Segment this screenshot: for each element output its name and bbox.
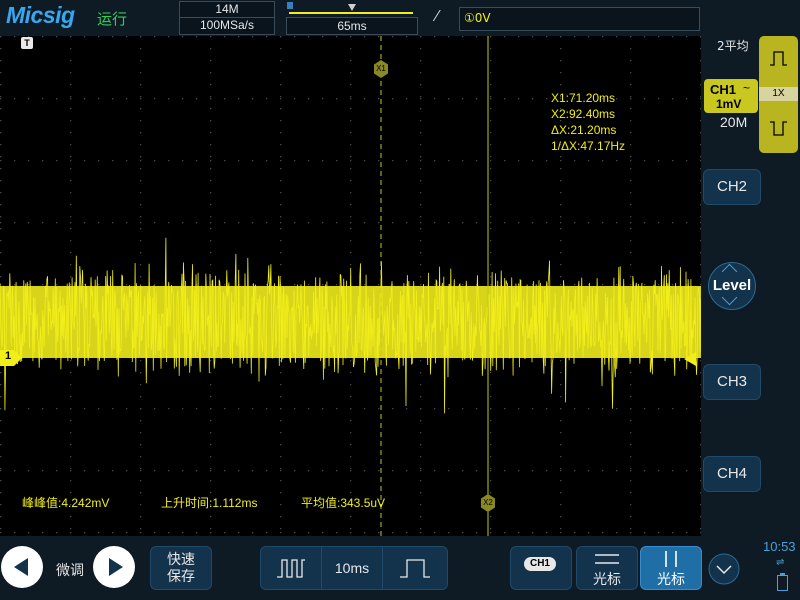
time-position-marker-icon [348, 4, 356, 11]
ch1-scale: 1mV [716, 97, 742, 111]
cursor-readout: X1:71.20ms X2:92.40ms ΔX:21.20ms 1/ΔX:47… [551, 90, 625, 154]
memory-depth: 14M [215, 2, 239, 16]
time-position-control[interactable]: 65ms [286, 1, 418, 35]
acquisition-mode[interactable]: 2平均 [717, 37, 749, 54]
cursor-dx-value: ΔX:21.20ms [551, 123, 617, 137]
ch2-button[interactable]: CH2 [703, 169, 761, 205]
ch1-marker-label: 1 [5, 350, 12, 362]
horizontal-cursor-label: 光标 [593, 571, 621, 587]
timebase-value: 10ms [321, 547, 383, 589]
fine-right-button[interactable] [93, 546, 135, 588]
ch3-button[interactable]: CH3 [703, 364, 761, 400]
run-state[interactable]: 运行 [97, 8, 127, 29]
ch1-badge: CH1 [524, 557, 556, 571]
cursor-x1-value: X1:71.20ms [551, 91, 616, 105]
vertical-cursor-button[interactable]: 光标 [640, 546, 702, 590]
ch1-label: CH1 [710, 82, 737, 97]
arrow-right-icon [109, 558, 123, 576]
horizontal-cursor-button[interactable]: 光标 [576, 546, 638, 590]
trigger-level-arrow-icon[interactable] [684, 352, 696, 366]
sample-rate: 100MSa/s [199, 18, 255, 32]
horizontal-cursor-icon [595, 554, 619, 564]
fine-adjust-label: 微调 [56, 563, 84, 579]
ch1-select-button[interactable]: CH1 [510, 546, 572, 590]
trigger-level-box[interactable]: ①0V [459, 7, 700, 31]
timebase-control[interactable]: 10ms [260, 546, 448, 590]
quick-save-button[interactable]: 快速 保存 [150, 546, 212, 590]
ac-coupling-icon: ~ [743, 81, 751, 95]
waveform-display[interactable]: T X1 X2 1 X1:71.20ms X2:92.40ms ΔX:21.20… [0, 36, 701, 536]
trigger-level: ①0V [464, 11, 491, 25]
timebase-zoom-out-icon[interactable] [276, 558, 306, 578]
cursor-x2-value: X2:92.40ms [551, 107, 616, 121]
pulse-up-icon[interactable] [769, 50, 788, 66]
pulse-down-icon[interactable] [769, 120, 788, 136]
rising-edge-icon[interactable]: ∕ [436, 8, 439, 26]
quick-save-label-2: 保存 [167, 568, 195, 584]
memory-start-icon [287, 2, 293, 9]
acquisition-box[interactable]: 14M 100MSa/s [179, 1, 275, 35]
quick-save-label-1: 快速 [167, 551, 195, 567]
clock: 10:53 [763, 539, 796, 554]
time-position-label: 65ms [286, 17, 418, 35]
fine-left-button[interactable] [1, 546, 43, 588]
probe-ratio[interactable]: 1X [759, 87, 798, 101]
ch1-settings-button[interactable]: CH1 ~ 1mV [704, 79, 758, 113]
measure-average[interactable]: 平均值:343.5uV [301, 494, 385, 511]
trigger-position-icon[interactable]: T [21, 37, 33, 49]
ch4-button[interactable]: CH4 [703, 456, 761, 492]
arrow-left-icon [14, 558, 28, 576]
measure-rise-time[interactable]: 上升时间:1.112ms [161, 494, 257, 511]
usb-icon: ⇌ [776, 557, 785, 568]
vertical-cursor-icon [665, 551, 677, 567]
time-position-bar [289, 12, 413, 14]
cursor-inv-dx-value: 1/ΔX:47.17Hz [551, 139, 626, 153]
battery-icon [777, 573, 788, 591]
measure-peak-to-peak[interactable]: 峰峰值:4.242mV [22, 494, 109, 511]
timebase-zoom-in-icon[interactable] [399, 558, 431, 578]
timebase-readout: 20M [720, 114, 748, 130]
brand-logo: Micsig [6, 2, 75, 28]
vertical-cursor-label: 光标 [657, 571, 685, 587]
expand-menu-button[interactable] [707, 552, 741, 586]
probe-panel[interactable]: 1X [759, 36, 798, 153]
